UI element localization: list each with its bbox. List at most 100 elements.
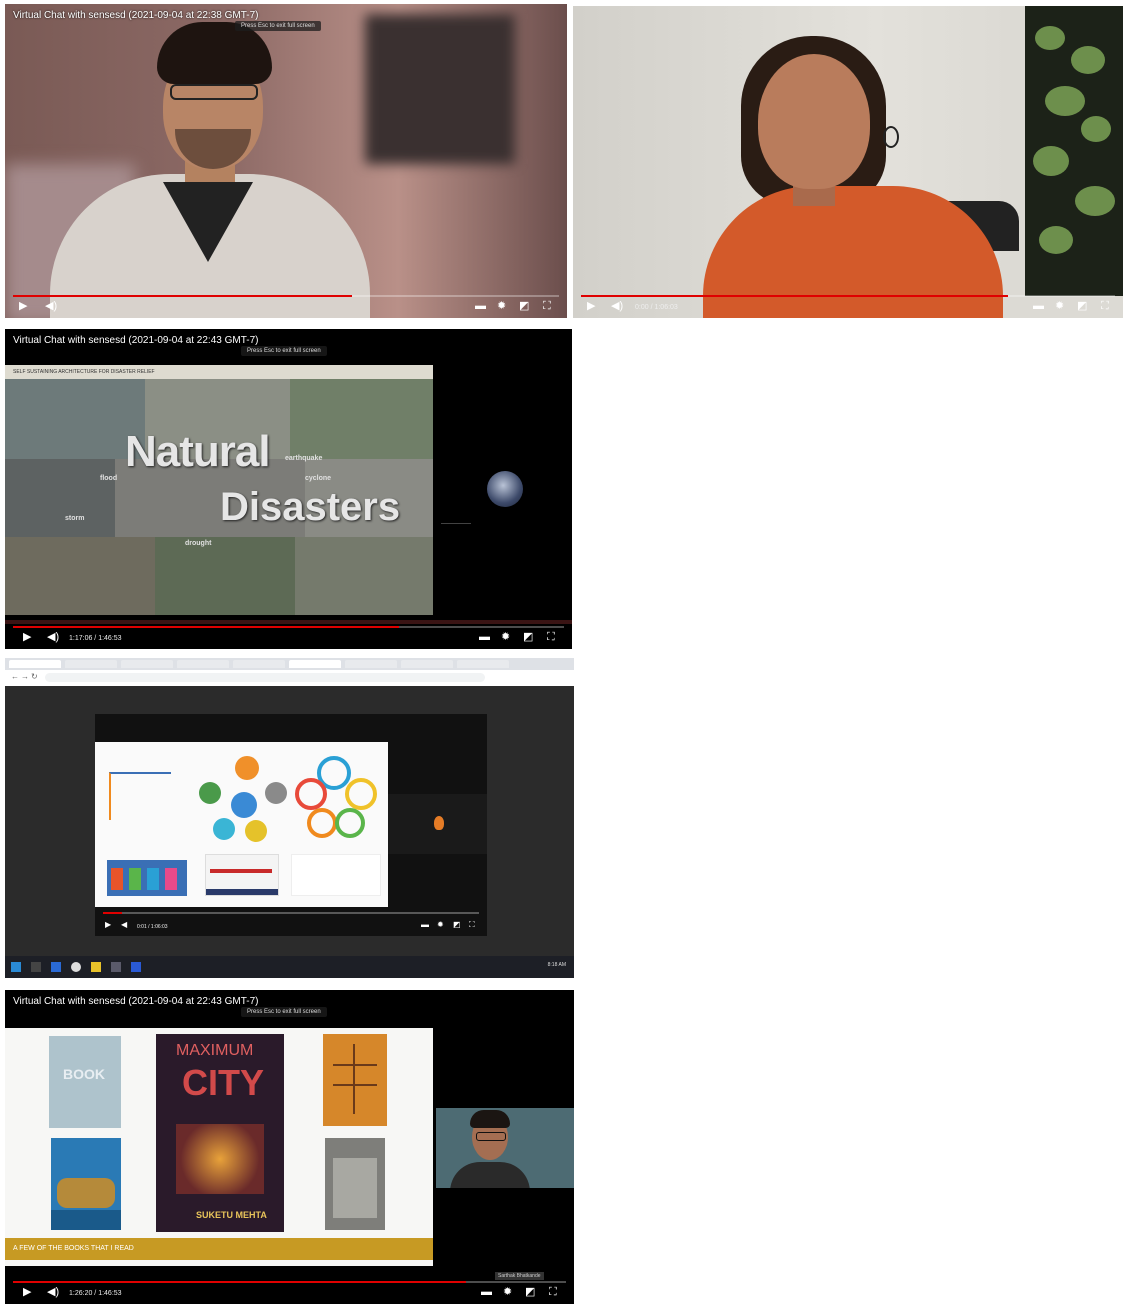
player-controls: ▶ ◀) 1:17:06 / 1:46:53 ▬ ✹ ◩ ⛶ xyxy=(5,623,572,649)
book-cover: BOOK xyxy=(49,1036,121,1128)
reload-icon[interactable]: ↻ xyxy=(31,672,38,681)
book-cover xyxy=(51,1138,121,1230)
participant-name: —————— xyxy=(441,521,471,527)
play-icon[interactable]: ▶ xyxy=(19,299,27,313)
miniplayer-icon[interactable]: ◩ xyxy=(525,1285,535,1299)
app-icon[interactable] xyxy=(111,962,121,972)
browser-tab-strip xyxy=(5,658,574,670)
search-icon[interactable] xyxy=(31,962,41,972)
house-diagram xyxy=(107,860,187,896)
subtitles-icon[interactable]: ▬ xyxy=(475,299,486,313)
presentation-slide: SELF SUSTAINING ARCHITECTURE FOR DISASTE… xyxy=(5,365,433,615)
play-icon[interactable]: ▶ xyxy=(23,630,31,644)
settings-icon[interactable]: ✹ xyxy=(497,299,506,313)
miniplayer-icon[interactable]: ◩ xyxy=(453,918,461,932)
time-display: 1:26:20 / 1:46:53 xyxy=(69,1290,122,1297)
play-icon[interactable]: ▶ xyxy=(587,299,595,313)
browser-tab[interactable] xyxy=(9,660,61,668)
slide-banner-text: SELF SUSTAINING ARCHITECTURE FOR DISASTE… xyxy=(13,369,155,375)
progress-bar[interactable] xyxy=(581,295,1115,297)
address-bar: ← → ↻ xyxy=(5,670,574,687)
slide-heading-1: Natural xyxy=(125,427,271,476)
video-player-5[interactable]: BOOK MAXIMUM CITY SUKETU MEHTA A FEW OF … xyxy=(5,990,574,1304)
fullscreen-hint: Press Esc to exit full screen xyxy=(241,1007,327,1017)
browser-tab[interactable] xyxy=(233,660,285,668)
play-icon[interactable]: ▶ xyxy=(23,1285,31,1299)
time-display: 1:17:06 / 1:46:53 xyxy=(69,635,122,642)
app-icon[interactable] xyxy=(131,962,141,972)
presentation-slide: BOOK MAXIMUM CITY SUKETU MEHTA A FEW OF … xyxy=(5,1028,433,1266)
subtitles-icon[interactable]: ▬ xyxy=(1033,299,1044,313)
app-icon[interactable] xyxy=(51,962,61,972)
progress-bar[interactable] xyxy=(13,295,559,297)
fullscreen-icon[interactable]: ⛶ xyxy=(549,1285,557,1299)
book-title: CITY xyxy=(182,1062,265,1103)
browser-tab[interactable] xyxy=(457,660,509,668)
progress-fill xyxy=(13,626,399,628)
slide-heading-2: Disasters xyxy=(220,485,401,529)
settings-icon[interactable]: ✹ xyxy=(437,918,444,932)
participant-camera xyxy=(436,1108,574,1188)
back-icon[interactable]: ← xyxy=(11,672,19,681)
volume-icon[interactable]: ◀) xyxy=(611,299,623,313)
video-player-1[interactable]: Virtual Chat with sensesd (2021-09-04 at… xyxy=(5,4,567,318)
progress-bar[interactable] xyxy=(13,626,564,628)
browser-tab[interactable] xyxy=(401,660,453,668)
caption-text: A FEW OF THE BOOKS THAT I READ xyxy=(13,1245,134,1252)
logo xyxy=(109,772,171,820)
progress-bar[interactable] xyxy=(13,1281,566,1283)
player-controls: ▶ ◀) ▬ ✹ ◩ ⛶ xyxy=(5,292,567,318)
browser-tab[interactable] xyxy=(121,660,173,668)
progress-bar[interactable] xyxy=(103,912,479,914)
settings-icon[interactable]: ✹ xyxy=(501,630,510,644)
video-player-3[interactable]: SELF SUSTAINING ARCHITECTURE FOR DISASTE… xyxy=(5,329,572,649)
miniplayer-icon[interactable]: ◩ xyxy=(519,299,529,313)
subtitles-icon[interactable]: ▬ xyxy=(481,1285,492,1299)
browser-tab[interactable] xyxy=(65,660,117,668)
progress-fill xyxy=(103,912,122,914)
browser-screenshot[interactable]: ← → ↻ ▶ ◀ 0:01 / 1:06:03 ▬ ✹ ◩ ⛶ 8:18 AM xyxy=(5,658,574,978)
fullscreen-icon[interactable]: ⛶ xyxy=(1101,299,1109,313)
window-plants xyxy=(1025,6,1123,296)
browser-tab[interactable] xyxy=(345,660,397,668)
forward-icon[interactable]: → xyxy=(21,672,29,681)
chrome-icon[interactable] xyxy=(71,962,81,972)
fullscreen-icon[interactable]: ⛶ xyxy=(469,918,475,932)
start-icon[interactable] xyxy=(11,962,21,972)
book-cover xyxy=(323,1034,387,1126)
caption-bar: A FEW OF THE BOOKS THAT I READ xyxy=(5,1238,433,1260)
settings-icon[interactable]: ✹ xyxy=(1055,299,1064,313)
progress-fill xyxy=(13,1281,467,1283)
fullscreen-hint: Press Esc to exit full screen xyxy=(241,346,327,356)
video-title: Virtual Chat with sensesd (2021-09-04 at… xyxy=(13,10,259,21)
participant-avatar xyxy=(487,471,523,507)
fullscreen-icon[interactable]: ⛶ xyxy=(543,299,551,313)
book-cover xyxy=(325,1138,385,1230)
book-title-top: MAXIMUM xyxy=(176,1042,254,1059)
embedded-video[interactable]: ▶ ◀ 0:01 / 1:06:03 ▬ ✹ ◩ ⛶ xyxy=(95,714,487,936)
player-controls: ▶ ◀) 0:00 / 1:06:03 ▬ ✹ ◩ ⛶ xyxy=(573,292,1123,318)
video-player-2[interactable]: ▶ ◀) 0:00 / 1:06:03 ▬ ✹ ◩ ⛶ xyxy=(573,6,1123,318)
time-display: 0:00 / 1:06:03 xyxy=(635,304,678,311)
participant-camera xyxy=(388,794,487,854)
subtitles-icon[interactable]: ▬ xyxy=(479,630,490,644)
url-input[interactable] xyxy=(45,673,485,682)
subtitles-icon[interactable]: ▬ xyxy=(421,918,429,932)
volume-icon[interactable]: ◀) xyxy=(47,630,59,644)
volume-icon[interactable]: ◀) xyxy=(47,1285,59,1299)
data-table xyxy=(291,854,381,896)
fullscreen-icon[interactable]: ⛶ xyxy=(547,630,555,644)
settings-icon[interactable]: ✹ xyxy=(503,1285,512,1299)
play-icon[interactable]: ▶ xyxy=(105,918,111,932)
miniplayer-icon[interactable]: ◩ xyxy=(523,630,533,644)
browser-tab[interactable] xyxy=(289,660,341,668)
browser-tab[interactable] xyxy=(177,660,229,668)
progress-fill xyxy=(13,295,352,297)
miniplayer-icon[interactable]: ◩ xyxy=(1077,299,1087,313)
fullscreen-hint: Press Esc to exit full screen xyxy=(235,21,321,31)
time-display: 0:01 / 1:06:03 xyxy=(137,924,168,930)
taskbar: 8:18 AM xyxy=(5,956,574,978)
folder-icon[interactable] xyxy=(91,962,101,972)
volume-icon[interactable]: ◀ xyxy=(121,918,127,932)
volume-icon[interactable]: ◀) xyxy=(45,299,57,313)
